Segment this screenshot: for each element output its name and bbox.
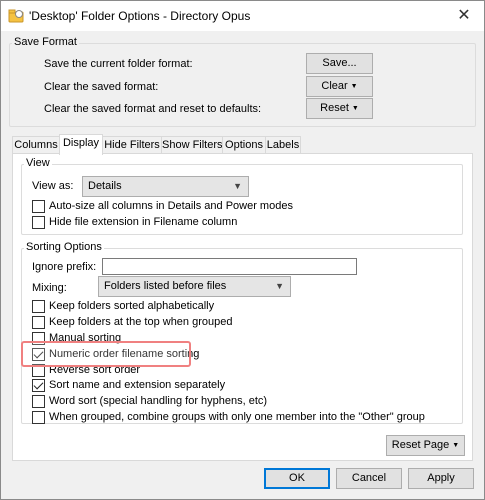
reset-page-button[interactable]: Reset Page ▼ xyxy=(386,435,465,456)
view-as-label: View as: xyxy=(32,180,74,192)
tab-hide-filters[interactable]: Hide Filters xyxy=(102,136,162,154)
display-tab-panel: View View as: Details ▼ Auto-size all col… xyxy=(12,153,473,461)
ignore-prefix-input[interactable] xyxy=(102,258,357,275)
window-title: 'Desktop' Folder Options - Directory Opu… xyxy=(29,9,251,23)
combine-groups-checkbox[interactable] xyxy=(32,411,45,424)
view-group-title: View xyxy=(24,157,52,169)
clear-format-button[interactable]: Clear ▼ xyxy=(306,76,373,97)
tab-show-filters[interactable]: Show Filters xyxy=(161,136,223,154)
save-current-format-label: Save the current folder format: xyxy=(44,58,193,70)
directory-opus-icon xyxy=(8,9,24,23)
apply-button[interactable]: Apply xyxy=(408,468,474,489)
reset-format-label: Clear the saved format and reset to defa… xyxy=(44,103,262,115)
keep-folders-top-label: Keep folders at the top when grouped xyxy=(49,316,233,328)
view-as-select[interactable]: Details ▼ xyxy=(82,176,249,197)
keep-folders-alphabetical-label: Keep folders sorted alphabetically xyxy=(49,300,215,312)
hide-file-extension-checkbox[interactable] xyxy=(32,216,45,229)
keep-folders-alphabetical-checkbox[interactable] xyxy=(32,300,45,313)
auto-size-columns-checkbox[interactable] xyxy=(32,200,45,213)
chevron-down-icon: ▼ xyxy=(275,281,284,291)
hide-file-extension-label: Hide file extension in Filename column xyxy=(49,216,238,228)
word-sort-checkbox[interactable] xyxy=(32,395,45,408)
sort-name-extension-checkbox[interactable] xyxy=(32,379,45,392)
save-format-group-title: Save Format xyxy=(12,36,79,48)
tab-labels[interactable]: Labels xyxy=(265,136,301,154)
mixing-label: Mixing: xyxy=(32,282,67,294)
save-format-button[interactable]: Save... xyxy=(306,53,373,74)
reset-format-button[interactable]: Reset ▼ xyxy=(306,98,373,119)
mixing-select[interactable]: Folders listed before files ▼ xyxy=(98,276,291,297)
ignore-prefix-label: Ignore prefix: xyxy=(32,261,97,273)
dropdown-arrow-icon: ▼ xyxy=(452,442,460,449)
dropdown-arrow-icon: ▼ xyxy=(351,105,359,112)
tab-columns[interactable]: Columns xyxy=(12,136,60,154)
tab-display[interactable]: Display xyxy=(59,134,103,155)
dropdown-arrow-icon: ▼ xyxy=(350,83,358,90)
sort-name-extension-label: Sort name and extension separately xyxy=(49,379,226,391)
ok-button[interactable]: OK xyxy=(264,468,330,489)
title-bar[interactable]: 'Desktop' Folder Options - Directory Opu… xyxy=(1,1,484,31)
tab-options[interactable]: Options xyxy=(222,136,266,154)
annotation-highlight-box xyxy=(21,341,191,367)
combine-groups-label: When grouped, combine groups with only o… xyxy=(49,411,425,423)
close-icon[interactable]: ✕ xyxy=(454,6,474,26)
sorting-options-group-title: Sorting Options xyxy=(24,241,104,253)
clear-saved-format-label: Clear the saved format: xyxy=(44,81,159,93)
tab-strip: Columns Display Hide Filters Show Filter… xyxy=(12,134,472,155)
word-sort-label: Word sort (special handling for hyphens,… xyxy=(49,395,268,407)
chevron-down-icon: ▼ xyxy=(233,181,242,191)
cancel-button[interactable]: Cancel xyxy=(336,468,402,489)
keep-folders-top-checkbox[interactable] xyxy=(32,316,45,329)
auto-size-columns-label: Auto-size all columns in Details and Pow… xyxy=(49,200,293,212)
folder-options-window: 'Desktop' Folder Options - Directory Opu… xyxy=(0,0,485,500)
